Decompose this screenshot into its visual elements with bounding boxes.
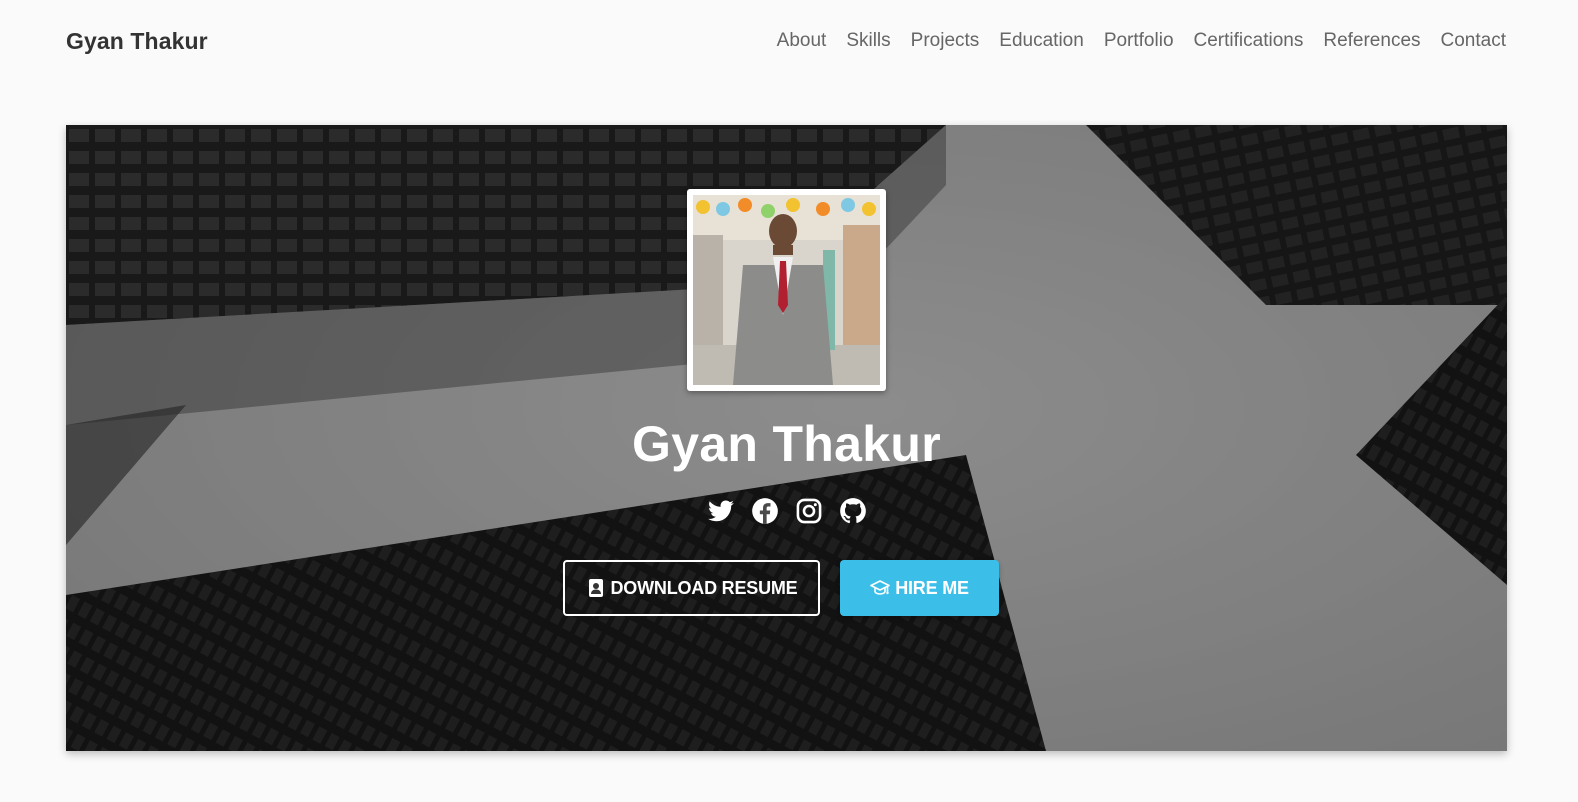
nav-link-skills[interactable]: Skills — [846, 30, 890, 52]
resume-badge-icon — [586, 578, 606, 598]
twitter-icon — [707, 500, 734, 522]
facebook-link[interactable] — [751, 497, 779, 525]
nav-link-certifications[interactable]: Certifications — [1194, 30, 1304, 52]
twitter-link[interactable] — [707, 497, 735, 525]
nav-link-about[interactable]: About — [777, 30, 827, 52]
nav-link-contact[interactable]: Contact — [1441, 30, 1506, 52]
download-resume-label: DOWNLOAD RESUME — [610, 577, 798, 598]
nav-link-projects[interactable]: Projects — [911, 30, 980, 52]
instagram-link[interactable] — [795, 497, 823, 525]
nav-link-references[interactable]: References — [1323, 30, 1420, 52]
social-links — [66, 497, 1507, 525]
graduation-cap-icon — [870, 578, 890, 598]
nav-link-portfolio[interactable]: Portfolio — [1104, 30, 1174, 52]
hero-name-heading: Gyan Thakur — [632, 416, 941, 472]
hire-me-label: HIRE ME — [895, 577, 969, 598]
nav-link-education[interactable]: Education — [999, 30, 1084, 52]
instagram-icon — [796, 498, 821, 524]
hero-content: Gyan Thakur DOWNLOAD RESUME HIRE ME — [66, 125, 1507, 751]
navbar: Gyan Thakur About Skills Projects Educat… — [0, 0, 1578, 82]
profile-photo-image — [693, 195, 880, 385]
github-link[interactable] — [839, 497, 867, 525]
facebook-icon — [751, 498, 778, 524]
download-resume-button[interactable]: DOWNLOAD RESUME — [563, 560, 820, 616]
hire-me-button[interactable]: HIRE ME — [840, 560, 999, 616]
brand-logo-link[interactable]: Gyan Thakur — [66, 28, 208, 55]
profile-photo — [687, 189, 886, 391]
github-icon — [839, 498, 866, 524]
hero-section: Gyan Thakur DOWNLOAD RESUME HIRE ME — [66, 125, 1507, 751]
nav-links: About Skills Projects Education Portfoli… — [757, 30, 1506, 52]
